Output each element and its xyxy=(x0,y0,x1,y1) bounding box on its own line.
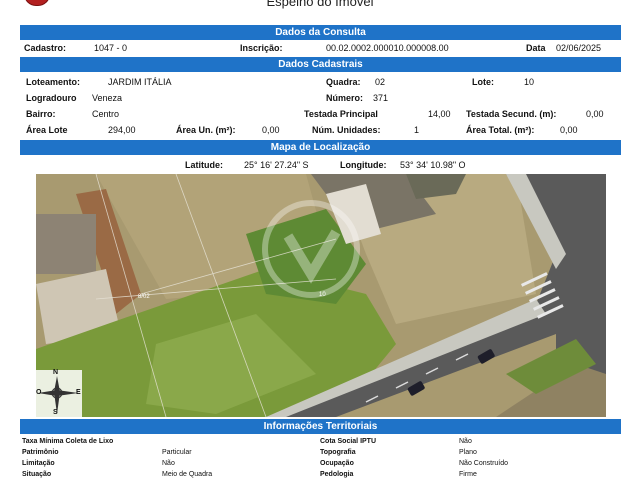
cadastrais-row-3: Bairro: Centro Testada Principal 14,00 T… xyxy=(20,107,621,122)
quadra-label: Quadra: xyxy=(326,77,361,87)
section-bar-cadastrais: Dados Cadastrais xyxy=(20,57,621,72)
logradouro-label: Logradouro xyxy=(26,93,77,103)
num-unidades-value: 1 xyxy=(414,125,420,135)
cadastrais-row-4: Área Lote 294,00 Área Un. (m²): 0,00 Núm… xyxy=(20,123,621,138)
compass-south: S xyxy=(53,409,58,416)
territorial-label: Taxa Mínima Coleta de Lixo xyxy=(22,438,114,445)
territorial-value: Plano xyxy=(459,449,477,456)
bairro-label: Bairro: xyxy=(26,109,56,119)
territorial-value: Não Construído xyxy=(459,460,509,467)
consulta-row: Cadastro: 1047 - 0 Inscrição: 00.02.0002… xyxy=(20,41,621,56)
territorial-label: Ocupação xyxy=(320,460,354,467)
area-total-label: Área Total. (m²): xyxy=(466,125,535,135)
quadra-value: 02 xyxy=(375,77,386,87)
numero-value: 371 xyxy=(373,93,389,103)
building-left-1 xyxy=(36,214,96,274)
aerial-map[interactable]: N S E O 8/02 10 xyxy=(36,174,606,417)
document-title: Espelho do Imóvel xyxy=(266,0,374,9)
longitude-label: Longitude: xyxy=(340,160,387,170)
territorial-value: Não xyxy=(459,438,472,445)
compass-north: N xyxy=(53,369,59,376)
testada-principal-label: Testada Principal xyxy=(304,109,378,119)
lote-label: Lote: xyxy=(472,77,494,87)
numero-label: Número: xyxy=(326,93,364,103)
section-bar-consulta: Dados da Consulta xyxy=(20,25,621,40)
territorial-value: Particular xyxy=(162,449,192,456)
parcel-label-b: 10 xyxy=(319,292,326,298)
loteamento-label: Loteamento: xyxy=(26,77,80,87)
logradouro-value: Veneza xyxy=(92,93,123,103)
parcel-label-a: 8/02 xyxy=(138,294,150,300)
area-un-label: Área Un. (m²): xyxy=(176,125,236,135)
area-lote-label: Área Lote xyxy=(26,125,68,135)
latitude-value: 25° 16' 27.24" S xyxy=(244,160,309,170)
area-total-value: 0,00 xyxy=(560,125,578,135)
territorial-label: Limitação xyxy=(22,460,55,467)
num-unidades-label: Núm. Unidades: xyxy=(312,125,381,135)
cadastro-label: Cadastro: xyxy=(24,43,67,53)
bairro-value: Centro xyxy=(92,109,120,119)
territorial-label: Cota Social IPTU xyxy=(320,438,377,445)
testada-principal-value: 14,00 xyxy=(428,109,451,119)
compass-east: E xyxy=(76,389,81,396)
data-label: Data xyxy=(526,43,546,53)
testada-secund-value: 0,00 xyxy=(586,109,604,119)
compass-west: O xyxy=(36,389,42,396)
territorial-value: Firme xyxy=(459,471,477,478)
territorial-label: Topografia xyxy=(320,449,356,456)
section-bar-mapa: Mapa de Localização xyxy=(20,140,621,155)
longitude-value: 53° 34' 10.98" O xyxy=(400,160,466,170)
coordinates-row: Latitude: 25° 16' 27.24" S Longitude: 53… xyxy=(20,158,621,173)
territorial-label: Situação xyxy=(22,471,52,478)
territorial-value: Meio de Quadra xyxy=(162,471,213,478)
cadastro-value: 1047 - 0 xyxy=(94,43,128,53)
section-bar-territoriais: Informações Territoriais xyxy=(20,419,621,434)
cadastrais-row-1: Loteamento: JARDIM ITÁLIA Quadra: 02 Lot… xyxy=(20,75,621,90)
top-header: Espelho do Imóvel xyxy=(0,0,640,10)
territorial-label: Patrimônio xyxy=(22,449,59,456)
cadastrais-row-2: Logradouro Veneza Número: 371 xyxy=(20,91,621,106)
latitude-label: Latitude: xyxy=(185,160,223,170)
lote-value: 10 xyxy=(524,77,535,87)
territorial-label: Pedologia xyxy=(320,471,354,478)
inscricao-label: Inscrição: xyxy=(240,43,283,53)
loteamento-value: JARDIM ITÁLIA xyxy=(108,77,172,87)
territorial-value: Não xyxy=(162,460,175,467)
area-un-value: 0,00 xyxy=(262,125,280,135)
area-lote-value: 294,00 xyxy=(108,125,136,135)
data-value: 02/06/2025 xyxy=(556,43,602,53)
inscricao-value: 00.02.0002.000010.000008.00 xyxy=(326,43,449,53)
testada-secund-label: Testada Secund. (m): xyxy=(466,109,557,119)
